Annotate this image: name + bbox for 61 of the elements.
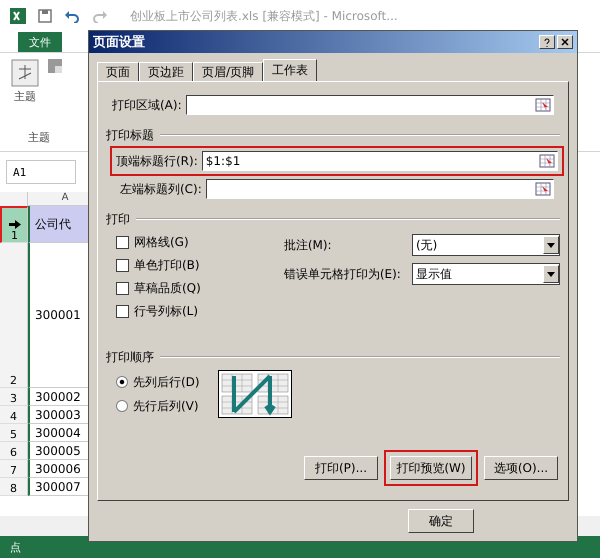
caret-icon — [547, 272, 555, 276]
radio-button[interactable] — [116, 376, 128, 388]
row-header[interactable]: 6 — [0, 442, 28, 460]
section-heading: 打印标题 — [106, 126, 154, 144]
theme-icon — [11, 59, 39, 87]
row-header[interactable]: 2 — [0, 243, 28, 388]
field-label: 批注(M): — [284, 236, 332, 254]
range-field[interactable] — [206, 179, 554, 199]
checkbox[interactable] — [116, 258, 129, 272]
field-label: 错误单元格打印为(E): — [284, 266, 401, 282]
radio-label: 先列后行(D) — [133, 374, 200, 390]
row-header[interactable]: 5 — [0, 424, 28, 442]
checkbox[interactable] — [116, 282, 129, 294]
row-header[interactable]: 8 — [0, 478, 28, 496]
section-heading: 打印 — [106, 210, 130, 228]
checkbox-label: 单色打印(B) — [134, 256, 200, 274]
row-header[interactable]: 1 — [0, 206, 28, 243]
dropdown[interactable]: (无) — [412, 234, 560, 256]
row-header[interactable]: 4 — [0, 406, 28, 424]
group-label: 主题 — [28, 130, 50, 145]
caret-icon — [547, 242, 555, 248]
window-title: 创业板上市公司列表.xls [兼容模式] - Microsoft... — [130, 8, 398, 24]
radio-button[interactable] — [116, 400, 128, 412]
save-icon[interactable] — [38, 9, 52, 23]
dialog-title: 页面设置 — [93, 34, 145, 51]
theme-button[interactable]: 主题 — [10, 59, 40, 104]
status-text: 点 — [10, 540, 21, 554]
name-box[interactable]: A1 — [6, 160, 76, 184]
help-icon — [544, 38, 550, 46]
print-area-field[interactable] — [186, 95, 554, 115]
print-preview-button[interactable]: 打印预览(W) — [390, 456, 472, 480]
field-label: 顶端标题行(R): — [116, 152, 198, 170]
close-icon — [561, 38, 569, 46]
close-button[interactable] — [557, 35, 573, 49]
help-button[interactable] — [539, 35, 555, 49]
row-header[interactable]: 7 — [0, 460, 28, 478]
options-button[interactable]: 选项(O)... — [484, 456, 558, 480]
tab[interactable]: 工作表 — [263, 59, 318, 81]
dropdown[interactable]: 显示值 — [412, 263, 560, 285]
tab[interactable]: 页眉/页脚 — [193, 62, 264, 81]
tab[interactable]: 页边距 — [139, 62, 193, 81]
field-label: 左端标题列(C): — [120, 180, 202, 198]
field-label: 打印区域(A): — [112, 96, 182, 114]
checkbox-label: 行号列标(L) — [134, 302, 198, 320]
section-heading: 打印顺序 — [106, 348, 154, 366]
ok-button[interactable]: 确定 — [408, 509, 474, 533]
file-tab[interactable]: 文件 — [18, 32, 62, 52]
range-picker-icon[interactable] — [535, 97, 551, 113]
range-picker-icon[interactable] — [539, 153, 555, 169]
checkbox[interactable] — [116, 304, 129, 318]
tab[interactable]: 页面 — [97, 62, 139, 81]
range-field[interactable]: $1:$1 — [202, 151, 558, 171]
arrow-icon — [8, 220, 20, 229]
checkbox-label: 草稿品质(Q) — [134, 280, 201, 296]
range-picker-icon[interactable] — [535, 181, 551, 197]
print-button[interactable]: 打印(P)... — [304, 456, 378, 480]
row-header[interactable]: 3 — [0, 388, 28, 406]
spreadsheet-logo-icon — [10, 8, 26, 24]
colors-icon[interactable] — [48, 59, 62, 73]
undo-icon[interactable] — [64, 9, 80, 23]
checkbox[interactable] — [116, 236, 129, 248]
